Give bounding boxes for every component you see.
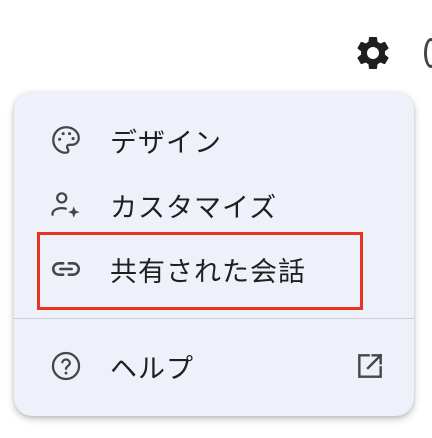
palette-icon bbox=[48, 122, 84, 158]
menu-item-design[interactable]: デザイン bbox=[14, 108, 414, 172]
menu-divider bbox=[14, 318, 414, 319]
menu-item-help[interactable]: ヘルプ bbox=[14, 334, 414, 398]
gear-icon bbox=[357, 36, 389, 69]
menu-item-label: カスタマイズ bbox=[110, 192, 278, 224]
menu-item-customize[interactable]: カスタマイズ bbox=[14, 173, 414, 237]
page: デザイン カスタマイズ 共有された会話 ヘルプ bbox=[0, 0, 432, 438]
person-sparkle-icon bbox=[48, 187, 84, 223]
open-external-icon[interactable] bbox=[352, 348, 388, 384]
highlight-box bbox=[37, 232, 363, 310]
menu-item-label: ヘルプ bbox=[110, 353, 194, 385]
menu-item-label: デザイン bbox=[110, 127, 222, 159]
avatar-edge[interactable] bbox=[424, 38, 432, 68]
settings-button[interactable] bbox=[352, 32, 394, 74]
help-circle-icon bbox=[48, 348, 84, 384]
